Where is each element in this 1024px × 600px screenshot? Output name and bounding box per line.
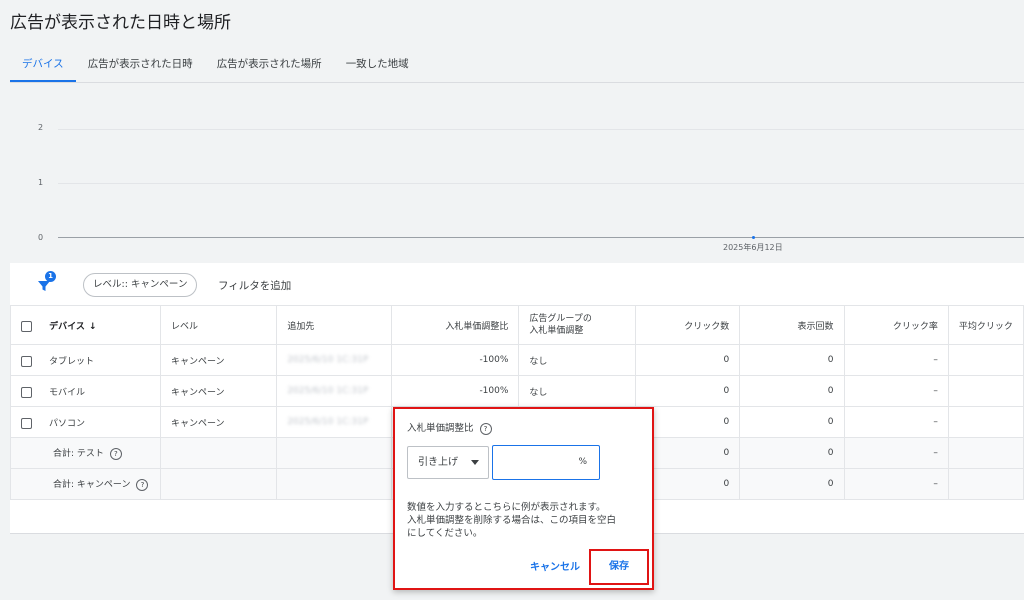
total-empty-cell xyxy=(276,437,393,469)
device-cell: タブレット xyxy=(49,356,95,367)
ctr-cell: – xyxy=(843,406,949,438)
bid-adj-cell[interactable]: -100% xyxy=(391,375,520,407)
total-ctr-cell: – xyxy=(843,437,949,469)
save-button[interactable]: 保存 xyxy=(589,549,649,585)
data-point[interactable] xyxy=(752,236,755,239)
total-empty-cell xyxy=(947,468,1024,500)
col-ctr[interactable]: クリック率 xyxy=(843,305,949,345)
filter-count-badge: 1 xyxy=(45,271,56,282)
row-checkbox[interactable] xyxy=(21,355,32,367)
total-empty-cell xyxy=(159,437,278,469)
avg-cpc-cell xyxy=(947,344,1024,376)
adjustment-direction-select[interactable]: 引き上げ xyxy=(407,446,489,479)
level-cell: キャンペーン xyxy=(159,375,278,407)
total-impressions-cell: 0 xyxy=(739,437,845,469)
y-tick-1: 1 xyxy=(38,178,44,187)
add-filter-button[interactable]: フィルタを追加 xyxy=(218,278,291,293)
y-tick-2: 2 xyxy=(38,123,44,132)
impressions-cell: 0 xyxy=(739,344,845,376)
page-title: 広告が表示された日時と場所 xyxy=(10,13,231,33)
row-checkbox[interactable] xyxy=(21,386,32,398)
dropdown-caret-icon xyxy=(471,460,479,465)
help-icon[interactable]: ? xyxy=(109,447,122,460)
row-checkbox[interactable] xyxy=(21,417,32,429)
hint-line: 入札単価調整を削除する場合は、この項目を空白 xyxy=(407,515,617,526)
col-adgroup-bid[interactable]: 広告グループの 入札単価調整 xyxy=(518,305,636,345)
adgroup-bid-cell: なし xyxy=(518,344,636,376)
chart-area: 2 1 0 2025年6月12日 xyxy=(10,83,1024,263)
table-header-row: デバイス ↓ レベル 追加先 入札単価調整比 広告グループの 入札単価調整 クリッ… xyxy=(10,305,1024,345)
total-label: 合計: テスト xyxy=(53,449,104,460)
sort-down-icon: ↓ xyxy=(88,321,97,332)
help-icon[interactable]: ? xyxy=(479,422,492,435)
device-cell: パソコン xyxy=(49,418,86,429)
tab-device[interactable]: デバイス xyxy=(10,50,76,82)
total-empty-cell xyxy=(159,468,278,500)
percentage-input[interactable]: % xyxy=(492,445,600,480)
impressions-cell: 0 xyxy=(739,375,845,407)
col-target[interactable]: 追加先 xyxy=(276,305,393,345)
level-filter-chip[interactable]: レベル:: キャンペーン xyxy=(83,273,198,297)
bid-adjustment-popup: 入札単価調整比? 引き上げ % 数値を入力するとこちらに例が表示されます。 入札… xyxy=(393,407,654,590)
y-tick-0: 0 xyxy=(38,233,44,242)
level-cell: キャンペーン xyxy=(159,406,278,438)
x-axis-label: 2025年6月12日 xyxy=(723,243,783,252)
filter-bar: 1 レベル:: キャンペーン フィルタを追加 xyxy=(10,263,1024,305)
level-cell: キャンペーン xyxy=(159,344,278,376)
avg-cpc-cell xyxy=(947,375,1024,407)
table-row: タブレット キャンペーン 2025/6/10 1C:31P -100% なし 0… xyxy=(10,344,1024,376)
cancel-button[interactable]: キャンセル xyxy=(530,558,580,573)
total-empty-cell xyxy=(276,468,393,500)
grid-line xyxy=(58,129,1024,130)
target-cell: 2025/6/10 1C:31P xyxy=(276,375,393,407)
total-ctr-cell: – xyxy=(843,468,949,500)
help-icon[interactable]: ? xyxy=(136,478,149,491)
target-cell: 2025/6/10 1C:31P xyxy=(276,344,393,376)
total-empty-cell xyxy=(947,437,1024,469)
col-adgroup-bid-line1: 広告グループの xyxy=(529,314,592,324)
percent-suffix: % xyxy=(578,457,587,467)
target-cell: 2025/6/10 1C:31P xyxy=(276,406,393,438)
filter-button[interactable]: 1 xyxy=(34,271,56,295)
tab-time[interactable]: 広告が表示された日時 xyxy=(76,50,205,82)
hint-line: にしてください。 xyxy=(407,528,483,539)
device-cell: モバイル xyxy=(49,387,86,398)
col-adgroup-bid-line2: 入札単価調整 xyxy=(529,326,584,336)
total-impressions-cell: 0 xyxy=(739,468,845,500)
avg-cpc-cell xyxy=(947,406,1024,438)
impressions-cell: 0 xyxy=(739,406,845,438)
tab-placement[interactable]: 広告が表示された場所 xyxy=(205,50,334,82)
tab-bar: デバイス 広告が表示された日時 広告が表示された場所 一致した地域 xyxy=(10,50,421,82)
total-label: 合計: キャンペーン xyxy=(53,480,131,491)
col-device[interactable]: デバイス ↓ xyxy=(10,305,161,345)
tab-location[interactable]: 一致した地域 xyxy=(334,50,421,82)
col-level[interactable]: レベル xyxy=(159,305,278,345)
target-cell-text: 2025/6/10 1C:31P xyxy=(287,355,369,365)
target-cell-text: 2025/6/10 1C:31P xyxy=(287,417,369,427)
target-cell-text: 2025/6/10 1C:31P xyxy=(287,386,369,396)
col-clicks[interactable]: クリック数 xyxy=(634,305,741,345)
ctr-cell: – xyxy=(843,375,949,407)
popup-title: 入札単価調整比? xyxy=(407,420,492,435)
col-device-label: デバイス xyxy=(49,321,85,332)
popup-title-text: 入札単価調整比 xyxy=(407,423,474,434)
table-row: モバイル キャンペーン 2025/6/10 1C:31P -100% なし 0 … xyxy=(10,375,1024,407)
hint-line: 数値を入力するとこちらに例が表示されます。 xyxy=(407,502,606,513)
grid-line xyxy=(58,183,1024,184)
bid-adj-cell[interactable]: -100% xyxy=(391,344,520,376)
clicks-cell: 0 xyxy=(634,344,741,376)
popup-hint: 数値を入力するとこちらに例が表示されます。 入札単価調整を削除する場合は、この項… xyxy=(407,501,647,540)
adgroup-bid-cell: なし xyxy=(518,375,636,407)
clicks-cell: 0 xyxy=(634,375,741,407)
select-value: 引き上げ xyxy=(418,457,458,468)
col-avg-cpc[interactable]: 平均クリック xyxy=(947,305,1024,345)
col-bid-adjustment[interactable]: 入札単価調整比 xyxy=(391,305,520,345)
x-axis-line xyxy=(58,237,1024,238)
col-impressions[interactable]: 表示回数 xyxy=(739,305,845,345)
ctr-cell: – xyxy=(843,344,949,376)
select-all-checkbox[interactable] xyxy=(21,320,32,332)
